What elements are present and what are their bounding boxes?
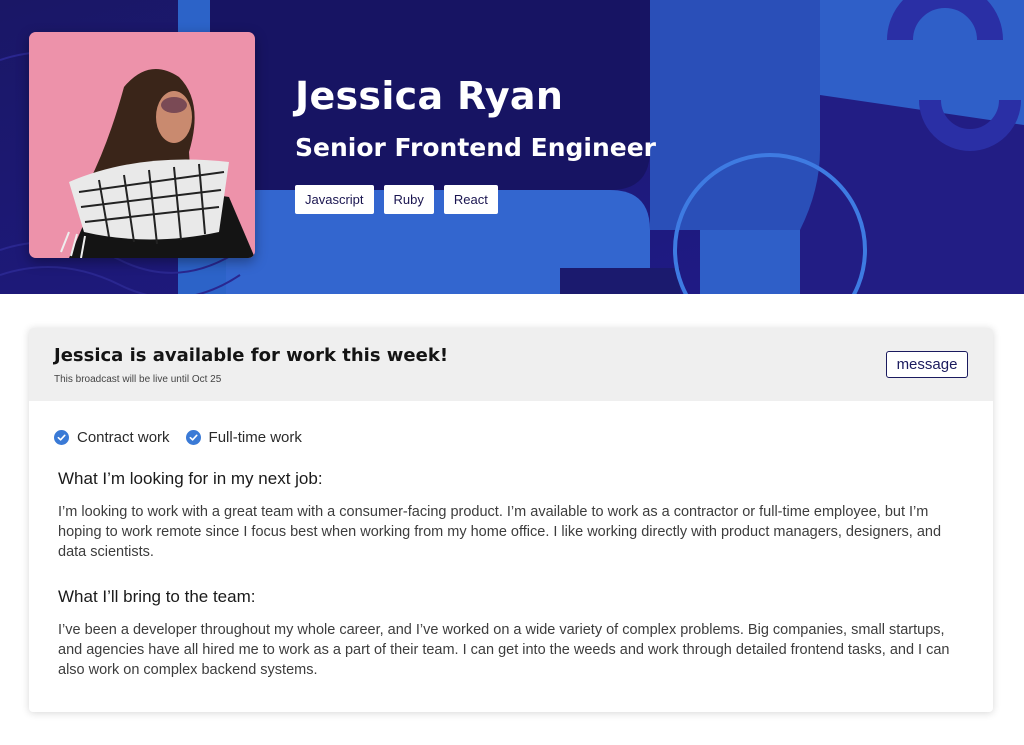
availability-card: Jessica is available for work this week!… [29, 328, 993, 712]
message-button[interactable]: message [886, 351, 968, 378]
check-circle-icon [54, 430, 69, 445]
profile-name: Jessica Ryan [295, 74, 564, 118]
profile-photo [29, 32, 255, 258]
bring-to-team-text: I’ve been a developer throughout my whol… [58, 622, 950, 678]
profile-page: Jessica Ryan Senior Frontend Engineer Ja… [0, 0, 1024, 745]
work-type-contract: Contract work [54, 429, 170, 446]
work-type-list: Contract work Full-time work [54, 429, 302, 446]
work-type-label: Full-time work [208, 429, 302, 446]
looking-for-heading: What I’m looking for in my next job: [58, 469, 323, 488]
profile-hero: Jessica Ryan Senior Frontend Engineer Ja… [0, 0, 1024, 294]
broadcast-expiry-note: This broadcast will be live until Oct 25 [54, 374, 222, 385]
skill-tag-ruby: Ruby [383, 185, 434, 214]
skill-tag-react: React [443, 185, 498, 214]
availability-title: Jessica is available for work this week! [54, 345, 449, 366]
bring-to-team-heading: What I’ll bring to the team: [58, 587, 256, 606]
profile-role: Senior Frontend Engineer [295, 133, 656, 162]
work-type-label: Contract work [77, 429, 170, 446]
check-circle-icon [185, 430, 201, 445]
work-type-full-time: Full-time work [185, 429, 302, 446]
skill-tag-javascript: Javascript [295, 185, 374, 214]
availability-header: Jessica is available for work this week!… [29, 328, 993, 401]
skill-tags: Javascript Ruby React [295, 185, 498, 214]
looking-for-text: I’m looking to work with a great team wi… [58, 504, 942, 560]
